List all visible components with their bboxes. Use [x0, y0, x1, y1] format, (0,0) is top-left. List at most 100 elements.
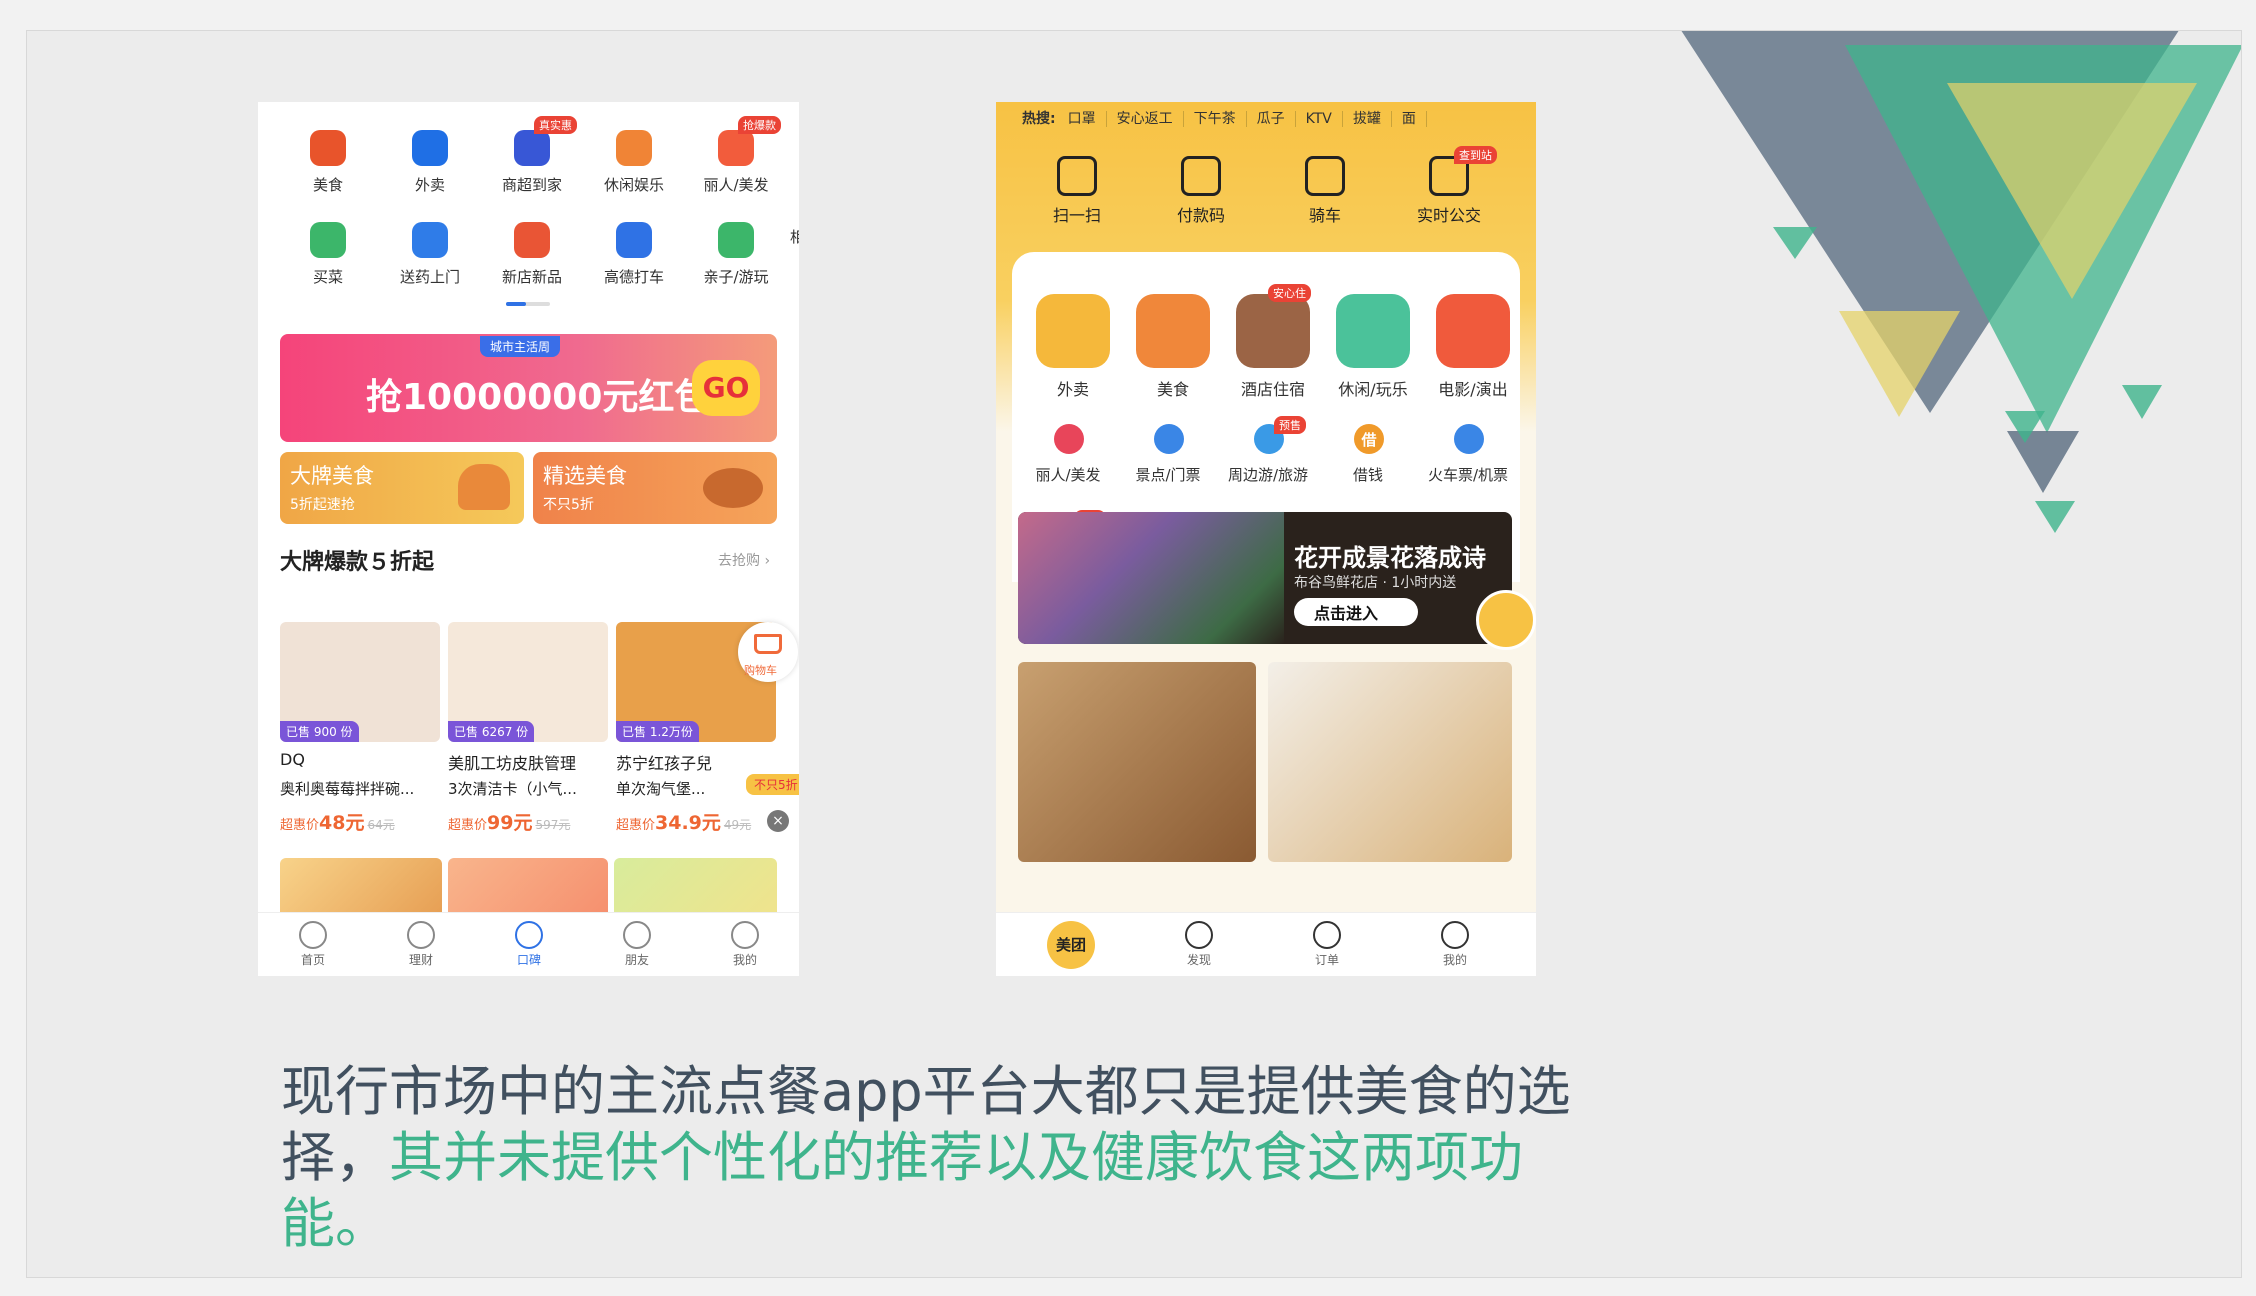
tool-bike[interactable]: 骑车 — [1280, 156, 1370, 226]
service-item[interactable]: 外卖 — [1028, 294, 1118, 404]
promo-title: 精选美食 — [543, 464, 627, 488]
tool-paycode[interactable]: 付款码 — [1156, 156, 1246, 226]
category-item[interactable]: 新店新品 — [486, 214, 578, 298]
hot-search-item[interactable]: 安心返工 — [1116, 111, 1184, 127]
tab-item[interactable]: 美团 — [1036, 921, 1106, 969]
price-value: 34.9元 — [655, 812, 721, 834]
borrow-icon: 借 — [1354, 424, 1384, 454]
category-item[interactable]: 商超到家 真实惠 — [486, 116, 578, 206]
new-store-icon — [514, 222, 550, 258]
supermarket-icon — [514, 130, 550, 166]
tab-item[interactable]: 发现 — [1164, 921, 1234, 968]
cart-label: 购物车 — [744, 664, 777, 677]
tab-icon — [731, 921, 759, 949]
tab-label: 理财 — [408, 953, 433, 967]
tab-item[interactable]: 首页 — [278, 921, 348, 968]
phone-screenshot-koubei: 美食 外卖 商超到家 真实惠休闲娱乐 丽人/美发 抢爆款买菜 送药上门 新店新品 高德打车 亲子/… — [258, 102, 799, 976]
category-item[interactable]: 买菜 — [282, 214, 374, 298]
category-item[interactable]: 送药上门 — [384, 214, 476, 298]
promo-card-brand-food[interactable]: 大牌美食 5折起速抢 — [280, 452, 524, 524]
hot-search-item[interactable]: KTV — [1305, 111, 1343, 127]
category-label: 送药上门 — [399, 268, 460, 286]
service-item[interactable]: 酒店住宿 安心住 — [1228, 284, 1318, 404]
tab-label: 我的 — [1442, 953, 1467, 967]
paw-icon — [616, 130, 652, 166]
promo-tag: 抢爆款 — [738, 116, 781, 134]
service-label: 美食 — [1156, 380, 1189, 399]
sub-service-label: 借钱 — [1352, 466, 1383, 484]
flower-banner[interactable]: 花开成景花落成诗 布谷鸟鲜花店 · 1小时内送 点击进入 — [1018, 512, 1512, 644]
burger-float-avatar[interactable] — [1476, 590, 1536, 650]
hot-search-item[interactable]: 面 — [1401, 111, 1427, 127]
section-more-link[interactable]: 去抢购 › — [718, 550, 770, 570]
tab-item[interactable]: 订单 — [1292, 921, 1362, 968]
enter-button[interactable]: 点击进入 — [1294, 598, 1419, 626]
service-item[interactable]: 美食 — [1128, 294, 1218, 404]
sub-service-label: 丽人/美发 — [1035, 466, 1101, 484]
sold-count: 已售 900 份 — [280, 721, 359, 742]
category-item[interactable]: 丽人/美发 抢爆款 — [690, 116, 782, 206]
fork-spoon-icon — [1136, 294, 1210, 368]
taxi-icon — [616, 222, 652, 258]
price-label: 超惠价 — [280, 818, 320, 833]
service-label: 外卖 — [1056, 380, 1089, 399]
service-item[interactable]: 休闲/玩乐 — [1328, 294, 1418, 404]
deal-card[interactable]: 已售 6267 份美肌工坊皮肤管理 3次清洁卡（小气... 超惠价99元 597元 — [448, 622, 610, 842]
tool-bus[interactable]: 实时公交 查到站 — [1404, 146, 1497, 226]
cat-icon — [1436, 294, 1510, 368]
sub-service-label: 周边游/旅游 — [1227, 466, 1309, 484]
tab-label: 朋友 — [624, 953, 649, 967]
tab-item[interactable]: 我的 — [1420, 921, 1490, 968]
hot-search-item[interactable]: 瓜子 — [1256, 111, 1296, 127]
promo-tag: 预售 — [1274, 416, 1306, 434]
train-icon — [1454, 424, 1484, 454]
delivery-kangaroo-icon — [1036, 294, 1110, 368]
hot-search-item[interactable]: 口罩 — [1067, 111, 1107, 127]
family-icon — [718, 222, 754, 258]
beauty-icon — [718, 130, 754, 166]
delivery-e-icon — [412, 130, 448, 166]
tab-item[interactable]: 口碑 — [494, 921, 564, 968]
hot-search-item[interactable]: 拔罐 — [1352, 111, 1392, 127]
service-item[interactable]: 电影/演出 — [1428, 294, 1518, 404]
float-discount-tag[interactable]: 不只5折 — [746, 774, 799, 795]
hot-search-item[interactable]: 下午茶 — [1193, 111, 1247, 127]
deal-title: 单次淘气堡... — [616, 780, 706, 798]
category-label: 高德打车 — [603, 268, 664, 286]
sub-service-item[interactable]: 借借钱 — [1318, 424, 1418, 504]
tool-label: 实时公交 — [1416, 206, 1481, 225]
category-item[interactable]: 亲子/游玩 — [690, 214, 782, 298]
bottom-tab-bar: 首页 理财 口碑 朋友 我的 — [258, 912, 799, 976]
tab-item[interactable]: 我的 — [710, 921, 780, 968]
tab-label: 我的 — [732, 953, 757, 967]
bike-icon — [1305, 156, 1345, 196]
tab-label: 发现 — [1186, 953, 1211, 967]
category-label: 休闲娱乐 — [603, 176, 664, 194]
category-item[interactable]: 外卖 — [384, 122, 476, 206]
category-item[interactable]: 美食 — [282, 122, 374, 206]
tab-icon — [623, 921, 651, 949]
sub-service-item[interactable]: 周边游/旅游 预售 — [1218, 416, 1318, 504]
category-item[interactable]: 休闲娱乐 — [588, 122, 680, 206]
tab-item[interactable]: 朋友 — [602, 921, 672, 968]
banner-badge: 城市主活周 — [480, 336, 561, 357]
promo-title: 大牌美食 — [290, 464, 374, 488]
original-price: 49元 — [723, 818, 752, 832]
sub-service-item[interactable]: 火车票/机票 — [1418, 424, 1518, 504]
tab-label: 订单 — [1314, 953, 1339, 967]
page-indicator — [506, 302, 550, 306]
cart-button[interactable]: 购物车 — [738, 622, 798, 682]
tool-scan[interactable]: 扫一扫 — [1032, 156, 1122, 226]
promo-card-select-food[interactable]: 精选美食 不只5折 — [533, 452, 777, 524]
go-badge[interactable]: GO — [692, 360, 760, 416]
category-item[interactable]: 高德打车 — [588, 214, 680, 298]
sub-service-item[interactable]: 景点/门票 — [1118, 424, 1218, 504]
tab-label: 首页 — [300, 953, 325, 967]
red-packet-banner[interactable]: 城市主活周 抢10000000元红包 GO — [280, 334, 777, 442]
close-icon[interactable]: × — [767, 810, 789, 832]
deal-image: 已售 6267 份 — [448, 622, 608, 742]
promo-tag: 真实惠 — [534, 116, 577, 134]
deal-card[interactable]: 已售 900 份 DQ 奥利奥莓莓拌拌碗... 超惠价48元 64元 — [280, 622, 442, 842]
sub-service-item[interactable]: 丽人/美发 — [1018, 424, 1118, 504]
tab-item[interactable]: 理财 — [386, 921, 456, 968]
